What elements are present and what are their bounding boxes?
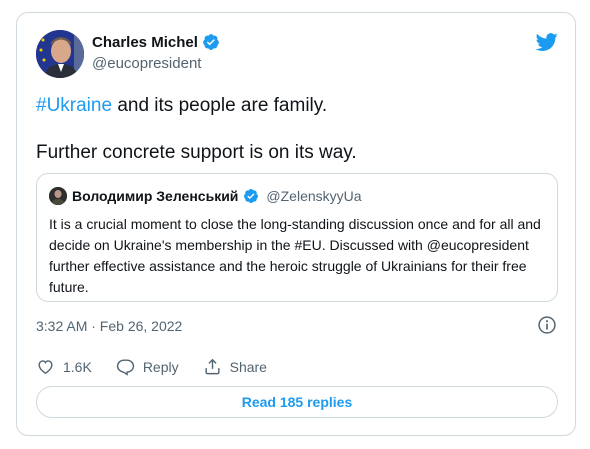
tweet-line-2: Further concrete support is on its way.: [36, 142, 357, 163]
quoted-tweet[interactable]: Володимир Зеленський @ZelenskyyUa It is …: [36, 173, 558, 302]
tweet-text: #Ukraine and its people are family. Furt…: [36, 93, 556, 166]
reply-label: Reply: [142, 358, 179, 375]
heart-icon: [38, 360, 53, 375]
tweet-line-1: #Ukraine and its people are family.: [36, 93, 556, 119]
quoted-tweet-text: It is a crucial moment to close the long…: [49, 216, 541, 295]
quoted-author-avatar[interactable]: [49, 187, 67, 205]
reply-button[interactable]: Reply: [116, 357, 179, 376]
verified-badge-icon: [244, 189, 259, 203]
tweet-card: Charles Michel @eucopresident #Ukraine a…: [16, 12, 576, 436]
quoted-author-handle[interactable]: @ZelenskyyUa: [266, 188, 361, 204]
author-avatar[interactable]: [36, 30, 84, 78]
share-label: Share: [229, 358, 267, 375]
like-count: 1.6K: [63, 358, 92, 375]
reply-bubble-icon: [116, 359, 134, 376]
hashtag-link[interactable]: #Ukraine: [36, 95, 112, 116]
author-handle[interactable]: @eucopresident: [92, 55, 201, 72]
info-icon[interactable]: [537, 315, 557, 335]
author-name[interactable]: Charles Michel: [92, 34, 198, 51]
quoted-tweet-header: Володимир Зеленський @ZelenskyyUa: [49, 187, 362, 205]
tweet-line-1-text: and its people are family.: [112, 95, 328, 116]
read-replies-button[interactable]: Read 185 replies: [36, 386, 558, 418]
share-icon: [205, 358, 220, 375]
action-bar: 1.6K Reply Share: [36, 357, 291, 376]
tweet-timestamp[interactable]: 3:32 AM · Feb 26, 2022: [36, 318, 182, 334]
verified-badge-icon: [202, 34, 219, 50]
twitter-bird-icon[interactable]: [535, 31, 559, 53]
like-button[interactable]: 1.6K: [36, 357, 92, 376]
quoted-author-name[interactable]: Володимир Зеленський: [72, 188, 238, 204]
share-button[interactable]: Share: [203, 357, 267, 376]
author-name-row[interactable]: Charles Michel: [92, 33, 220, 51]
